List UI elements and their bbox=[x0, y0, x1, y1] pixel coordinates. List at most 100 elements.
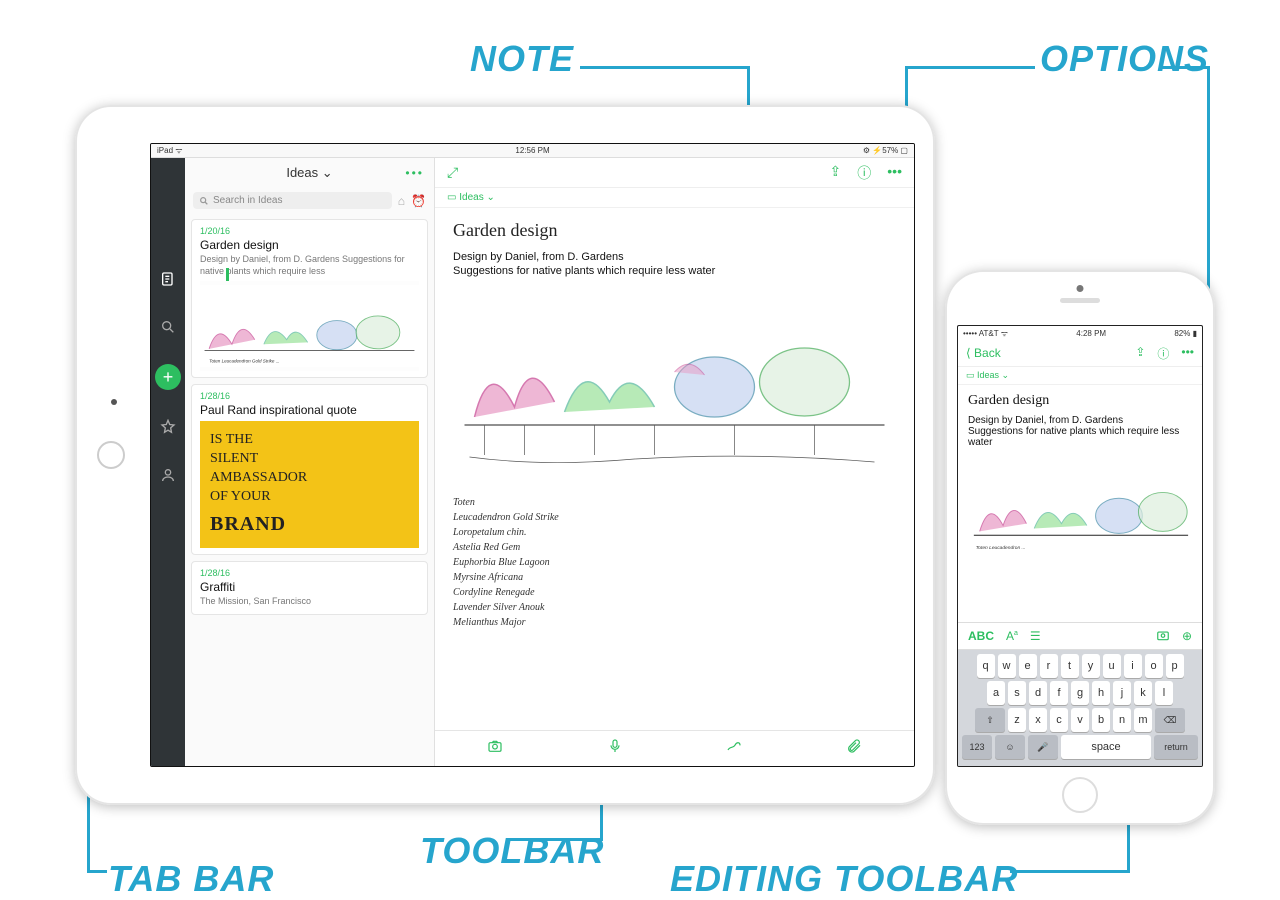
callout-options: OPTIONS bbox=[1040, 38, 1209, 80]
key-space[interactable]: space bbox=[1061, 735, 1151, 759]
key[interactable]: h bbox=[1092, 681, 1110, 705]
key[interactable]: i bbox=[1124, 654, 1142, 678]
note-card[interactable]: 1/28/16 Graffiti The Mission, San Franci… bbox=[191, 561, 428, 615]
note-list-column: Ideas ⌄ ••• Search in Ideas ⌂ ⏰ 1/20/16 … bbox=[185, 158, 435, 766]
tab-add[interactable]: + bbox=[155, 364, 181, 390]
key[interactable]: f bbox=[1050, 681, 1068, 705]
key[interactable]: g bbox=[1071, 681, 1089, 705]
key[interactable]: r bbox=[1040, 654, 1058, 678]
note-preview: Design by Daniel, from D. Gardens Sugges… bbox=[200, 254, 419, 277]
tab-account[interactable] bbox=[157, 464, 179, 486]
key[interactable]: s bbox=[1008, 681, 1026, 705]
iphone-screen: ••••• AT&T ᯤ 4:28 PM 82% ▮ ⟨ Back ⇪ ⓘ ••… bbox=[957, 325, 1203, 767]
search-placeholder: Search in Ideas bbox=[213, 195, 283, 206]
key[interactable]: a bbox=[987, 681, 1005, 705]
key[interactable]: u bbox=[1103, 654, 1121, 678]
note-detail: ⤢ ⇪ ⓘ ••• ▭ Ideas ⌄ Garden design Design… bbox=[435, 158, 914, 766]
key[interactable]: x bbox=[1029, 708, 1047, 732]
key-emoji[interactable]: ☺ bbox=[995, 735, 1025, 759]
notebook-options-icon[interactable]: ••• bbox=[405, 166, 424, 180]
share-icon[interactable]: ⇪ bbox=[830, 163, 842, 183]
search-input[interactable]: Search in Ideas bbox=[193, 192, 392, 209]
camera-icon[interactable] bbox=[487, 738, 503, 759]
callout-connector bbox=[1160, 66, 1210, 69]
iphone-speaker bbox=[1060, 298, 1100, 303]
iphone-home-button[interactable] bbox=[1062, 777, 1098, 813]
nav-bar: ⟨ Back ⇪ ⓘ ••• bbox=[958, 340, 1202, 366]
status-bar: ••••• AT&T ᯤ 4:28 PM 82% ▮ bbox=[958, 326, 1202, 340]
app-body: + Ideas ⌄ ••• Search in Ideas ⌂ ⏰ bbox=[151, 158, 914, 766]
key[interactable]: o bbox=[1145, 654, 1163, 678]
share-icon[interactable]: ⇪ bbox=[1135, 345, 1145, 362]
note-card[interactable]: 1/20/16 Garden design Design by Daniel, … bbox=[191, 219, 428, 378]
tab-shortcuts[interactable] bbox=[157, 416, 179, 438]
note-date: 1/28/16 bbox=[200, 568, 419, 578]
tab-search[interactable] bbox=[157, 316, 179, 338]
note-content-title: Garden design bbox=[968, 393, 1192, 409]
key[interactable]: q bbox=[977, 654, 995, 678]
breadcrumb[interactable]: ▭ Ideas ⌄ bbox=[435, 188, 914, 208]
key[interactable]: j bbox=[1113, 681, 1131, 705]
key[interactable]: t bbox=[1061, 654, 1079, 678]
reminder-icon[interactable]: ⏰ bbox=[411, 194, 426, 208]
status-right: ⚙ ⚡57% ▢ bbox=[863, 146, 908, 155]
key-mic[interactable]: 🎤 bbox=[1028, 735, 1058, 759]
info-icon[interactable]: ⓘ bbox=[1157, 345, 1169, 362]
key-return[interactable]: return bbox=[1154, 735, 1198, 759]
key-numbers[interactable]: 123 bbox=[962, 735, 992, 759]
keyboard-row: 123 ☺ 🎤 space return bbox=[962, 735, 1198, 759]
callout-connector bbox=[87, 870, 107, 873]
callout-tabbar: TAB BAR bbox=[108, 858, 274, 900]
key[interactable]: v bbox=[1071, 708, 1089, 732]
key[interactable]: w bbox=[998, 654, 1016, 678]
ipad-camera bbox=[111, 399, 117, 405]
attachment-icon[interactable] bbox=[846, 738, 862, 759]
keyboard-row: qwertyuiop bbox=[962, 654, 1198, 678]
key[interactable]: ⇧ bbox=[975, 708, 1005, 732]
edit-format-icon[interactable]: Aa bbox=[1006, 629, 1018, 643]
edit-abc[interactable]: ABC bbox=[968, 629, 994, 643]
audio-icon[interactable] bbox=[607, 738, 623, 759]
key[interactable]: p bbox=[1166, 654, 1184, 678]
iphone-device: ••••• AT&T ᯤ 4:28 PM 82% ▮ ⟨ Back ⇪ ⓘ ••… bbox=[945, 270, 1215, 825]
info-icon[interactable]: ⓘ bbox=[857, 163, 871, 183]
note-card[interactable]: 1/28/16 Paul Rand inspirational quote IS… bbox=[191, 384, 428, 555]
sketch-icon[interactable] bbox=[726, 738, 742, 759]
tag-icon[interactable]: ⌂ bbox=[398, 194, 405, 208]
key[interactable]: n bbox=[1113, 708, 1131, 732]
key[interactable]: k bbox=[1134, 681, 1152, 705]
ipad-home-button[interactable] bbox=[97, 441, 125, 469]
note-date: 1/20/16 bbox=[200, 226, 419, 236]
keyboard[interactable]: qwertyuiop asdfghjkl ⇧zxcvbnm⌫ 123 ☺ 🎤 s… bbox=[958, 650, 1202, 766]
callout-connector bbox=[1010, 870, 1130, 873]
status-left: ••••• AT&T ᯤ bbox=[963, 328, 1008, 339]
breadcrumb[interactable]: ▭ Ideas ⌄ bbox=[958, 366, 1202, 385]
note-text: Design by Daniel, from D. Gardens bbox=[968, 415, 1192, 426]
key[interactable]: y bbox=[1082, 654, 1100, 678]
key[interactable]: e bbox=[1019, 654, 1037, 678]
note-handwritten-list: Toten Leucadendron Gold Strike Loropetal… bbox=[453, 495, 896, 630]
key[interactable]: c bbox=[1050, 708, 1068, 732]
edit-camera-icon[interactable] bbox=[1156, 628, 1170, 645]
keyboard-row: ⇧zxcvbnm⌫ bbox=[962, 708, 1198, 732]
expand-icon[interactable]: ⤢ bbox=[447, 164, 458, 181]
editing-toolbar: ABC Aa ☰ ⊕ bbox=[958, 622, 1202, 650]
key[interactable]: b bbox=[1092, 708, 1110, 732]
note-list[interactable]: 1/20/16 Garden design Design by Daniel, … bbox=[185, 213, 434, 766]
note-image: Toten Leucadendron ... bbox=[968, 454, 1192, 564]
callout-connector bbox=[580, 66, 750, 69]
key[interactable]: d bbox=[1029, 681, 1047, 705]
key[interactable]: m bbox=[1134, 708, 1152, 732]
notebook-header[interactable]: Ideas ⌄ ••• bbox=[185, 158, 434, 188]
more-options-icon[interactable]: ••• bbox=[887, 163, 902, 183]
key[interactable]: ⌫ bbox=[1155, 708, 1185, 732]
tab-notes[interactable] bbox=[157, 268, 179, 290]
note-content[interactable]: Garden design Design by Daniel, from D. … bbox=[435, 208, 914, 730]
note-content[interactable]: Garden design Design by Daniel, from D. … bbox=[958, 385, 1202, 622]
back-button[interactable]: ⟨ Back bbox=[966, 346, 1001, 360]
key[interactable]: z bbox=[1008, 708, 1026, 732]
more-options-icon[interactable]: ••• bbox=[1181, 345, 1194, 362]
edit-add-icon[interactable]: ⊕ bbox=[1182, 629, 1192, 643]
edit-list-icon[interactable]: ☰ bbox=[1030, 629, 1041, 643]
key[interactable]: l bbox=[1155, 681, 1173, 705]
